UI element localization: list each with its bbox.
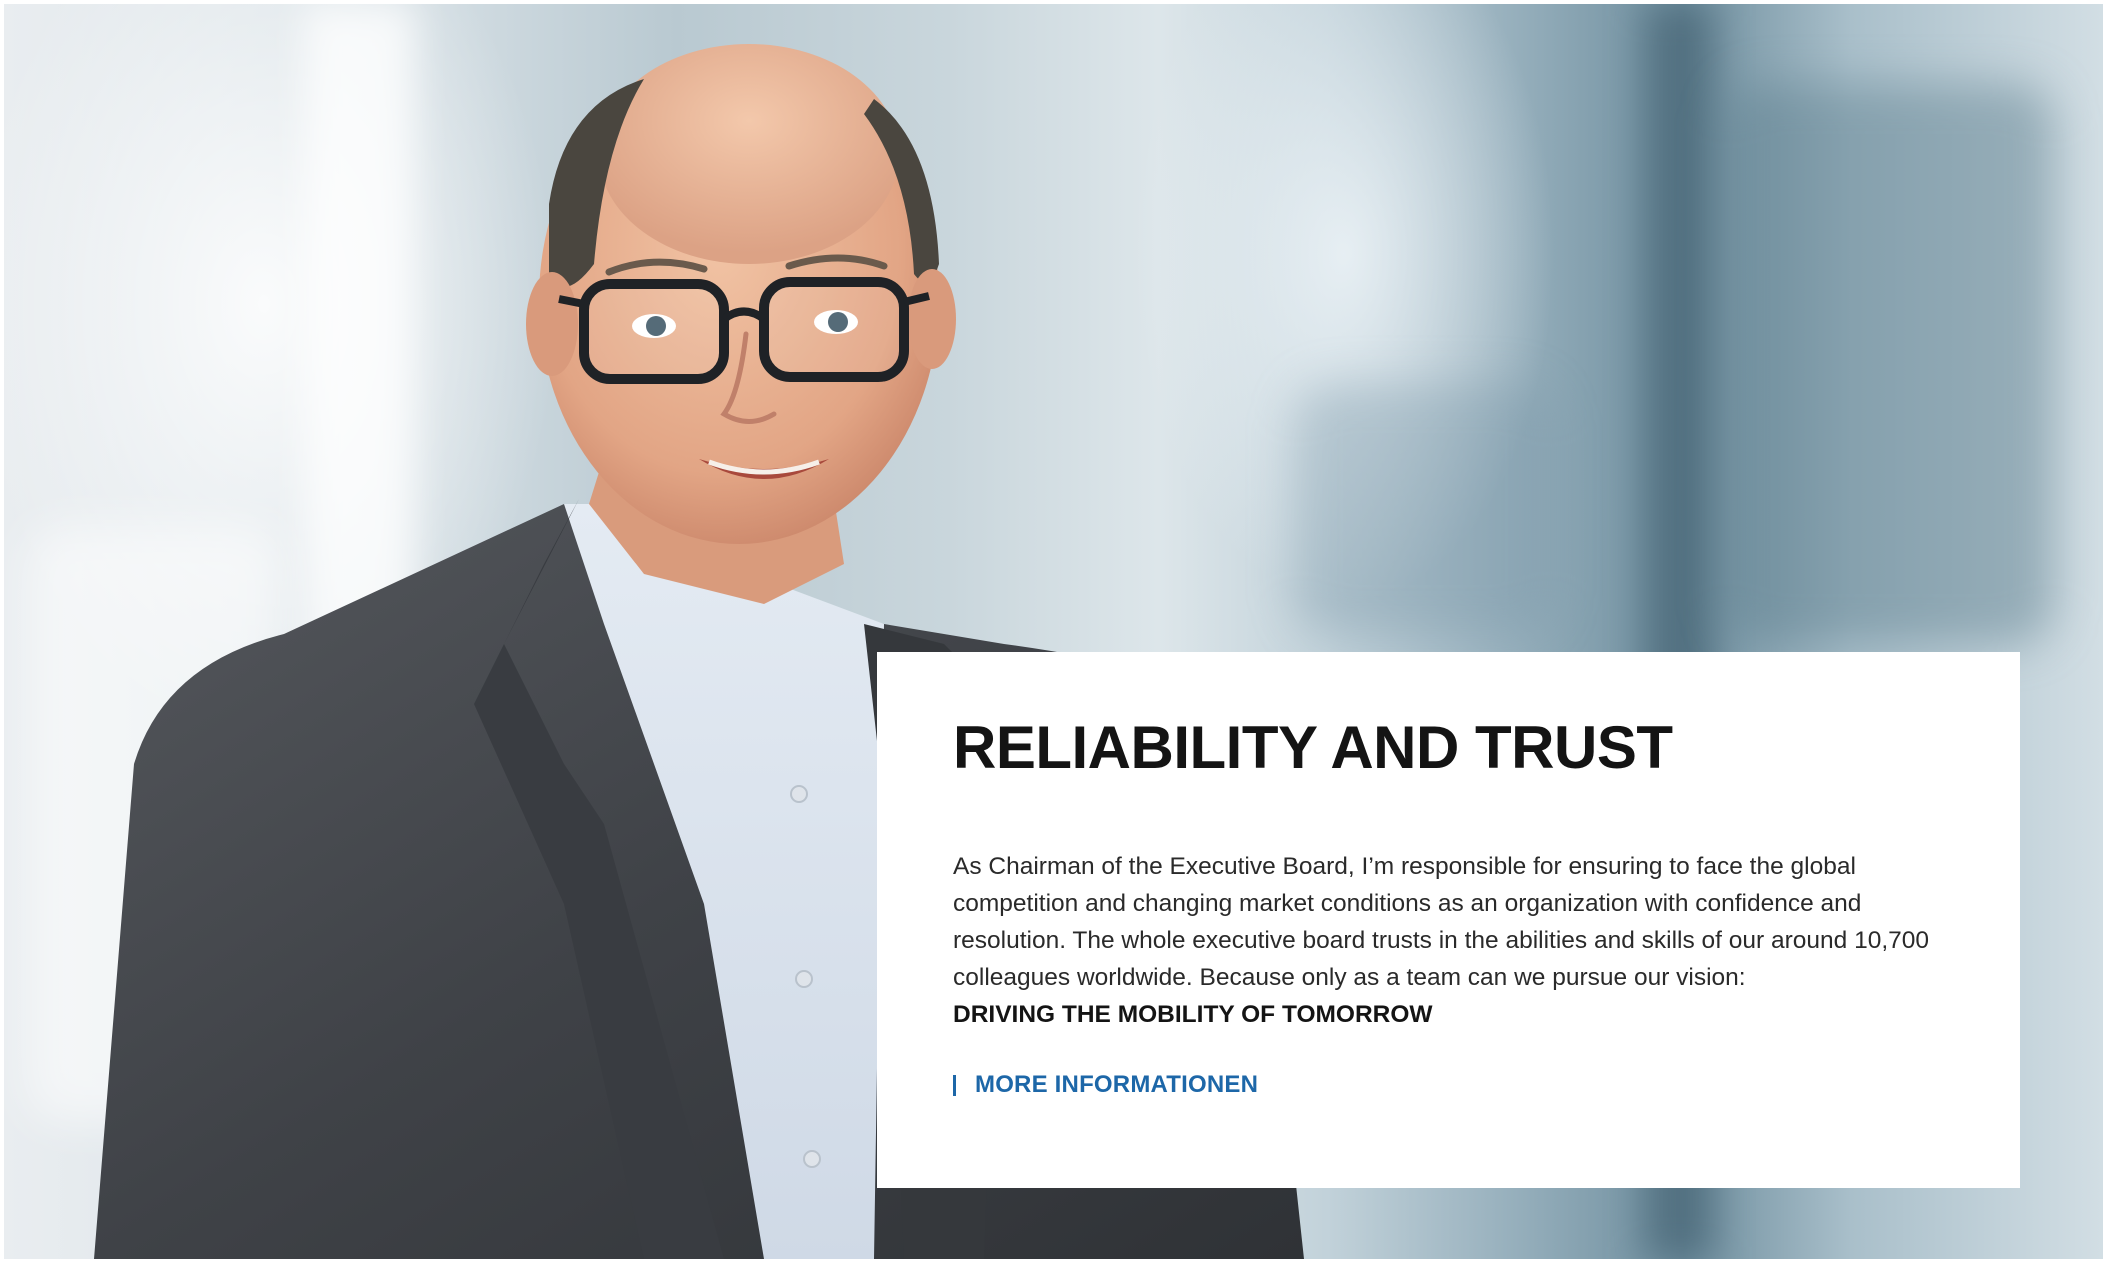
vertical-bar-icon [953,1074,956,1096]
content-card: RELIABILITY AND TRUST As Chairman of the… [877,652,2020,1188]
background-window [1724,84,2054,644]
card-title: RELIABILITY AND TRUST [953,714,1673,781]
more-information-link[interactable]: MORE INFORMATIONEN [953,1071,1258,1099]
more-information-label: MORE INFORMATIONEN [975,1071,1259,1098]
card-tagline: DRIVING THE MOBILITY OF TOMORROW [953,1001,1433,1028]
card-body: As Chairman of the Executive Board, I’m … [953,848,1953,1033]
card-body-text: As Chairman of the Executive Board, I’m … [953,853,1930,991]
hero-section: RELIABILITY AND TRUST As Chairman of the… [4,4,2103,1259]
